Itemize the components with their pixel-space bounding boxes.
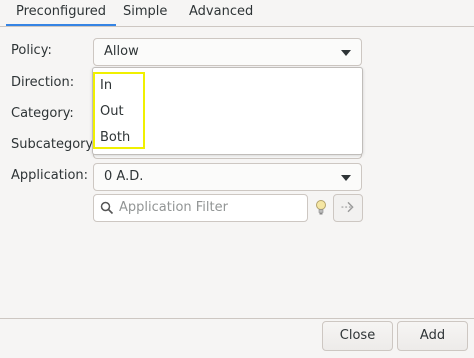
policy-value: Allow	[104, 44, 139, 59]
direction-option-in[interactable]: In	[100, 78, 112, 93]
tab-preconfigured[interactable]: Preconfigured	[6, 0, 116, 26]
apply-filter-button[interactable]	[333, 194, 363, 222]
close-button[interactable]: Close	[322, 321, 393, 351]
direction-dropdown[interactable]: In Out Both	[92, 67, 363, 155]
application-value: 0 A.D.	[104, 169, 144, 184]
application-combo[interactable]: 0 A.D.	[93, 163, 362, 191]
subcategory-label: Subcategory:	[11, 137, 97, 152]
policy-combo[interactable]: Allow	[93, 38, 362, 66]
application-label: Application:	[11, 168, 89, 183]
tab-advanced[interactable]: Advanced	[179, 0, 263, 26]
direction-option-out[interactable]: Out	[100, 104, 124, 119]
category-label: Category:	[11, 106, 74, 121]
arrow-right-icon	[341, 201, 354, 213]
tab-bar: Preconfigured Simple Advanced	[0, 0, 474, 27]
tab-simple[interactable]: Simple	[113, 0, 177, 26]
search-icon	[100, 201, 114, 215]
direction-label: Direction:	[11, 75, 75, 90]
direction-option-both[interactable]: Both	[100, 130, 130, 145]
application-filter-input[interactable]: Application Filter	[93, 194, 308, 222]
lightbulb-icon	[316, 200, 326, 215]
filter-placeholder: Application Filter	[119, 200, 228, 215]
policy-label: Policy:	[11, 43, 52, 58]
chevron-down-icon	[341, 175, 351, 181]
chevron-down-icon	[341, 50, 351, 56]
add-button[interactable]: Add	[397, 321, 468, 351]
